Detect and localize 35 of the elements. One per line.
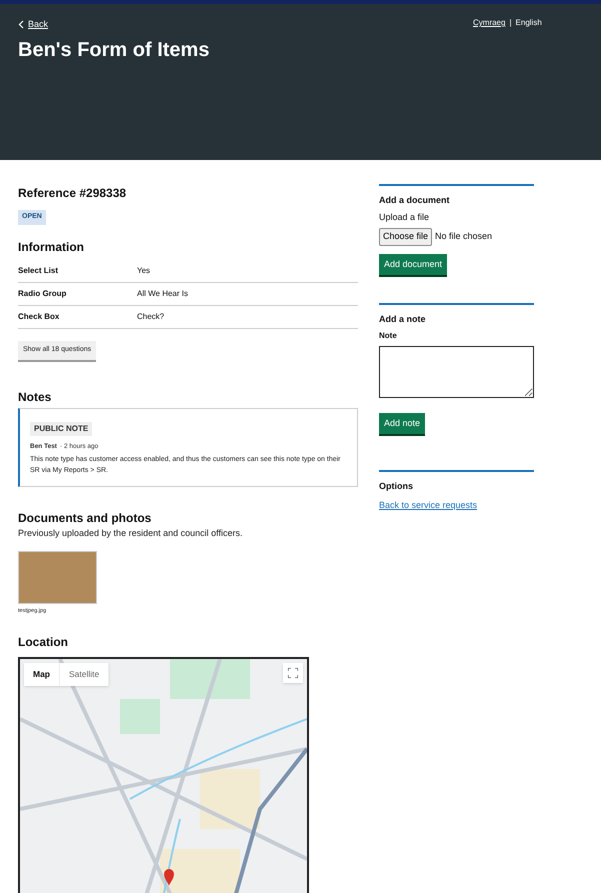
field-value: Yes: [137, 265, 150, 277]
section-heading: Notes: [18, 388, 52, 406]
section-heading: Location: [18, 634, 69, 651]
map-placeholder[interactable]: Map Satellite: [18, 657, 309, 893]
field-name: Select List: [18, 265, 60, 277]
section-heading: Add a note: [379, 313, 426, 326]
file-status: No file chosen: [435, 230, 492, 243]
field-name: Radio Group: [18, 288, 68, 300]
note-tag: PUBLIC NOTE: [30, 422, 92, 436]
language-link[interactable]: Cymraeg: [473, 17, 506, 29]
section-heading: Options: [379, 480, 414, 493]
field-value: All We Hear Is: [137, 288, 188, 300]
back-link[interactable]: Back: [28, 18, 48, 32]
choose-file-button[interactable]: Choose file: [379, 228, 432, 246]
reference-heading: Reference #298338: [18, 185, 128, 202]
fullscreen-icon: [288, 668, 298, 678]
note-input[interactable]: [379, 346, 534, 398]
section-heading: Add a document: [379, 194, 451, 207]
page-title: Ben's Form of Items: [18, 38, 210, 62]
section-heading: Documents and photos: [18, 510, 152, 528]
field-value: Check?: [137, 311, 164, 323]
add-document-button[interactable]: Add document: [379, 254, 448, 277]
language-link[interactable]: English: [516, 17, 542, 29]
field-label: Upload a file: [379, 210, 430, 224]
field-name: Check Box: [18, 311, 60, 323]
documents-description: Previously uploaded by the resident and council officers.: [18, 527, 244, 540]
add-note-button[interactable]: Add note: [379, 412, 426, 436]
fullscreen-button[interactable]: [283, 663, 303, 683]
language-separator: |: [509, 17, 512, 29]
section-heading: Information: [18, 239, 85, 256]
service-requests-link[interactable]: Back to service requests: [379, 498, 534, 512]
chevron-left-icon: [18, 20, 24, 30]
map-type-tab[interactable]: Map: [24, 663, 60, 686]
map-type-tab[interactable]: Satellite: [60, 663, 110, 686]
field-label: Note: [379, 330, 398, 342]
